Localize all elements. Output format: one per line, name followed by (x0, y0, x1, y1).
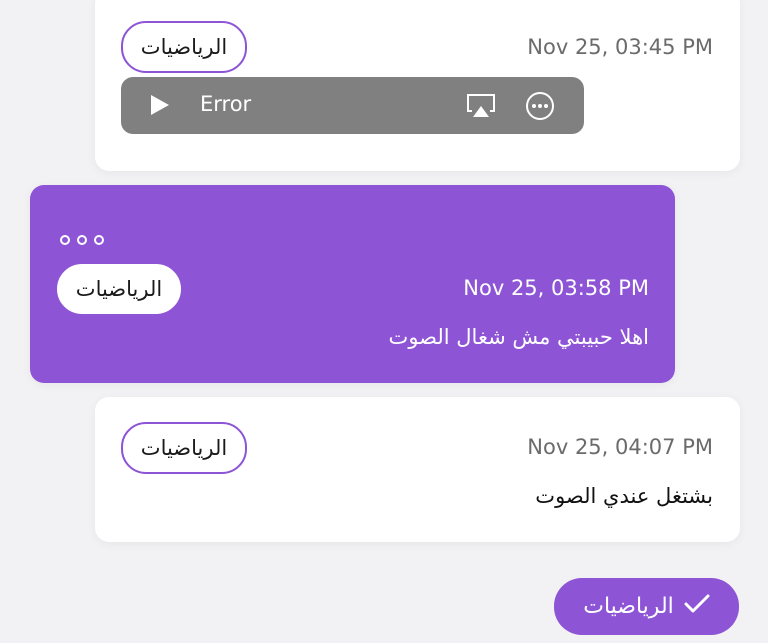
ellipsis-icon[interactable] (59, 231, 105, 250)
checkmark-icon (684, 593, 710, 621)
airplay-icon[interactable] (465, 93, 497, 123)
message-text: اهلا حبيبتي مش شغال الصوت (388, 325, 649, 349)
subject-filter-label: الرياضيات (583, 594, 674, 619)
more-options-icon[interactable] (525, 91, 555, 125)
subject-tag-label: الرياضيات (140, 436, 228, 460)
message-timestamp: Nov 25, 03:45 PM (527, 35, 713, 59)
message-timestamp: Nov 25, 03:58 PM (463, 276, 649, 300)
subject-tag-label: الرياضيات (75, 277, 163, 301)
message-card-sent: الرياضيات Nov 25, 03:58 PM اهلا حبيبتي م… (30, 185, 675, 383)
subject-tag[interactable]: الرياضيات (121, 21, 247, 73)
subject-tag[interactable]: الرياضيات (121, 422, 247, 474)
message-card-received: الرياضيات Nov 25, 03:45 PM Error (95, 0, 740, 171)
subject-filter-chip[interactable]: الرياضيات (554, 578, 739, 635)
play-icon[interactable] (149, 94, 171, 120)
message-card-received: الرياضيات Nov 25, 04:07 PM بشتغل عندي ال… (95, 397, 740, 542)
audio-status-label: Error (200, 92, 252, 116)
message-timestamp: Nov 25, 04:07 PM (527, 435, 713, 459)
subject-tag-label: الرياضيات (140, 35, 228, 59)
message-text: بشتغل عندي الصوت (535, 484, 713, 508)
subject-tag[interactable]: الرياضيات (57, 264, 181, 314)
audio-player[interactable]: Error (121, 77, 584, 134)
